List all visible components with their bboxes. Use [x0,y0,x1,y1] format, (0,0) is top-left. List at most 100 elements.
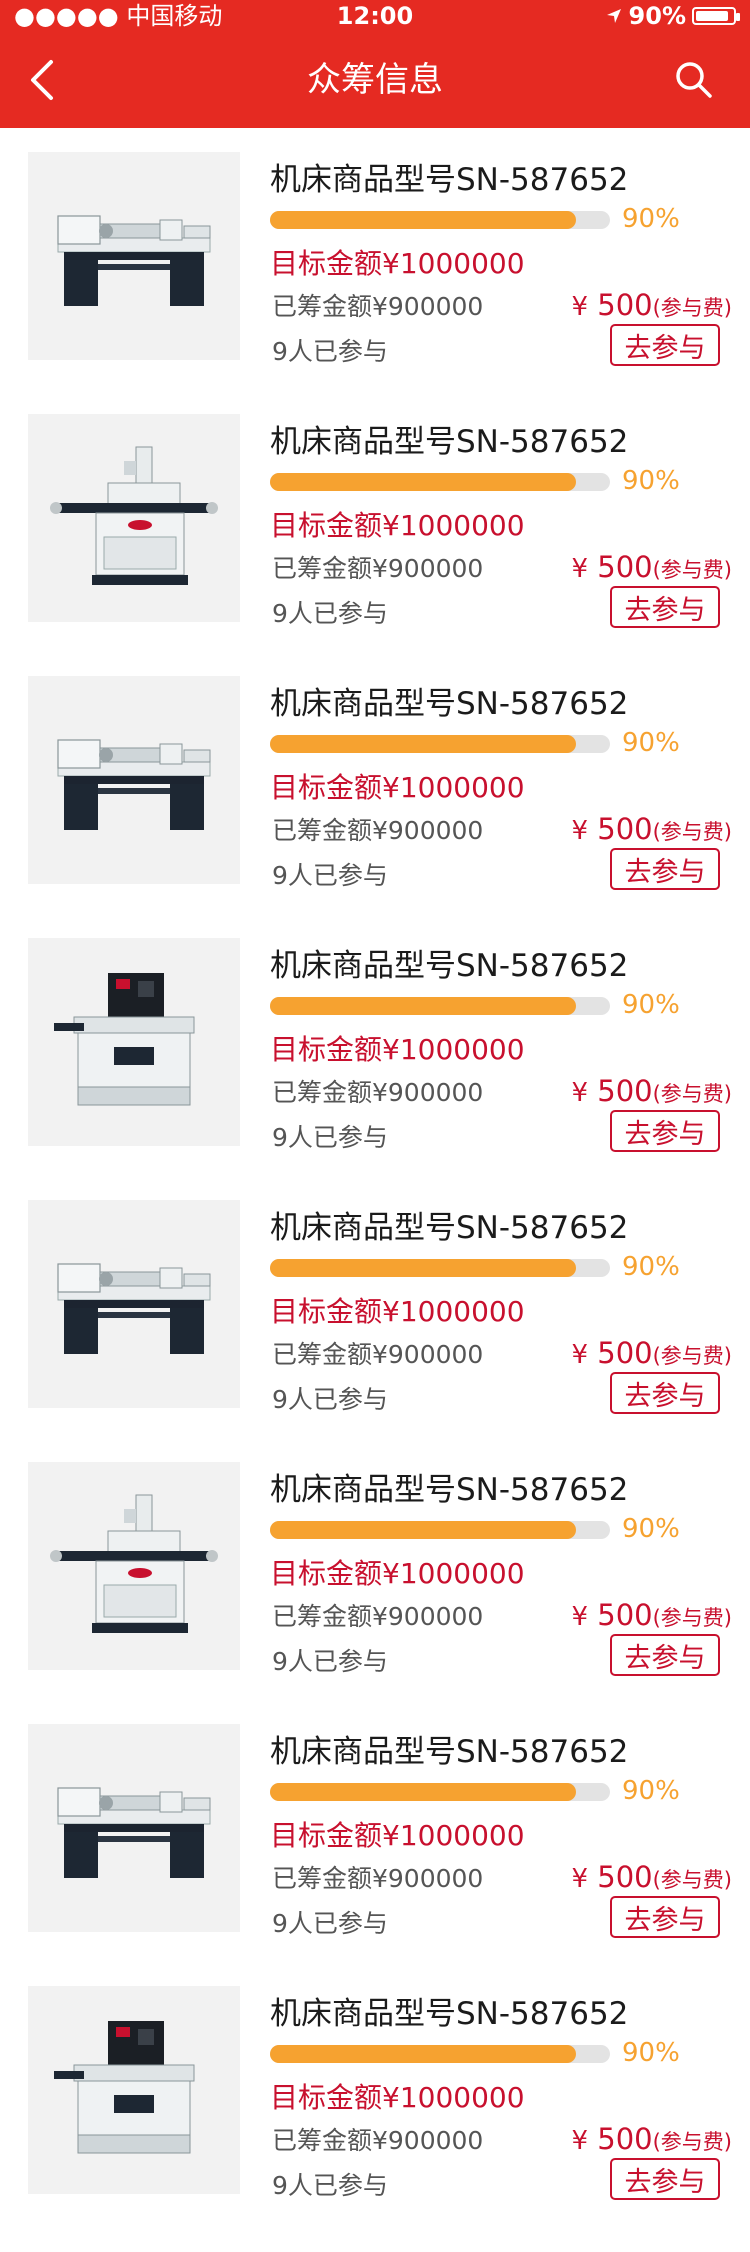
progress-bar-fill [270,1259,576,1277]
join-button[interactable]: 去参与 [610,1896,720,1938]
search-button[interactable] [670,56,718,104]
fee-amount: 500 [588,1598,653,1632]
list-item[interactable]: 机床商品型号SN-587652 90% 目标金额¥1000000 已筹金额¥90… [0,1176,750,1438]
product-title[interactable]: 机床商品型号SN-587652 [270,154,628,199]
progress-bar-fill [270,1783,576,1801]
fee-amount: 500 [588,1336,653,1370]
participant-count: 9人已参与 [272,1909,388,1938]
product-thumbnail[interactable] [28,1200,240,1408]
progress-percent: 90% [622,2038,680,2068]
participation-fee: ¥ 500(参与费) [571,1860,732,1894]
fee-note: (参与费) [652,296,732,320]
milling-machine-icon [44,1489,224,1643]
fee-note: (参与费) [652,558,732,582]
participation-fee: ¥ 500(参与费) [571,1074,732,1108]
raised-amount: 已筹金额¥900000 [272,2126,484,2155]
product-title[interactable]: 机床商品型号SN-587652 [270,1202,628,1247]
raised-amount: 已筹金额¥900000 [272,1602,484,1631]
raised-amount: 已筹金额¥900000 [272,1078,484,1107]
join-button[interactable]: 去参与 [610,586,720,628]
participation-fee: ¥ 500(参与费) [571,812,732,846]
product-title[interactable]: 机床商品型号SN-587652 [270,1464,628,1509]
progress-bar [270,211,610,229]
status-right: 90% [605,0,740,32]
lathe-machine-icon [44,718,224,842]
progress-bar [270,1521,610,1539]
list-item[interactable]: 机床商品型号SN-587652 90% 目标金额¥1000000 已筹金额¥90… [0,1700,750,1962]
progress-bar-fill [270,473,576,491]
progress-percent: 90% [622,1514,680,1544]
join-button[interactable]: 去参与 [610,324,720,366]
list-item[interactable]: 机床商品型号SN-587652 90% 目标金额¥1000000 已筹金额¥90… [0,914,750,1176]
product-title[interactable]: 机床商品型号SN-587652 [270,416,628,461]
join-button[interactable]: 去参与 [610,848,720,890]
fee-note: (参与费) [652,2130,732,2154]
progress-bar-fill [270,2045,576,2063]
list-item[interactable]: 机床商品型号SN-587652 90% 目标金额¥1000000 已筹金额¥90… [0,128,750,390]
join-button[interactable]: 去参与 [610,1110,720,1152]
fee-note: (参与费) [652,820,732,844]
lathe-machine-icon [44,194,224,318]
product-title[interactable]: 机床商品型号SN-587652 [270,1988,628,2033]
list-item[interactable]: 机床商品型号SN-587652 90% 目标金额¥1000000 已筹金额¥90… [0,390,750,652]
lathe-machine-icon [44,1242,224,1366]
fee-currency: ¥ [571,1078,589,1108]
target-amount: 目标金额¥1000000 [270,1033,525,1066]
product-thumbnail[interactable] [28,676,240,884]
fee-note: (参与费) [652,1344,732,1368]
fee-amount: 500 [588,550,653,584]
battery-fill [696,11,729,21]
nav-bar: 众筹信息 [0,32,750,128]
participant-count: 9人已参与 [272,599,388,628]
target-amount: 目标金额¥1000000 [270,1819,525,1852]
progress-bar [270,1783,610,1801]
product-title[interactable]: 机床商品型号SN-587652 [270,678,628,723]
product-thumbnail[interactable] [28,414,240,622]
progress-bar-fill [270,997,576,1015]
progress-bar [270,997,610,1015]
target-amount: 目标金额¥1000000 [270,509,525,542]
target-amount: 目标金额¥1000000 [270,771,525,804]
edm-machine-icon [44,2013,224,2167]
fee-amount: 500 [588,2122,653,2156]
progress-percent: 90% [622,466,680,496]
raised-amount: 已筹金额¥900000 [272,554,484,583]
raised-amount: 已筹金额¥900000 [272,1864,484,1893]
status-bar: ●●●●● 中国移动 12:00 90% [0,0,750,32]
product-thumbnail[interactable] [28,152,240,360]
product-title[interactable]: 机床商品型号SN-587652 [270,1726,628,1771]
crowdfunding-list: 机床商品型号SN-587652 90% 目标金额¥1000000 已筹金额¥90… [0,128,750,2224]
participation-fee: ¥ 500(参与费) [571,1598,732,1632]
lathe-machine-icon [44,1766,224,1890]
product-title[interactable]: 机床商品型号SN-587652 [270,940,628,985]
join-button[interactable]: 去参与 [610,1634,720,1676]
participation-fee: ¥ 500(参与费) [571,550,732,584]
fee-amount: 500 [588,812,653,846]
join-button[interactable]: 去参与 [610,2158,720,2200]
join-button[interactable]: 去参与 [610,1372,720,1414]
list-item[interactable]: 机床商品型号SN-587652 90% 目标金额¥1000000 已筹金额¥90… [0,652,750,914]
fee-amount: 500 [588,1860,653,1894]
product-thumbnail[interactable] [28,1986,240,2194]
list-item[interactable]: 机床商品型号SN-587652 90% 目标金额¥1000000 已筹金额¥90… [0,1438,750,1700]
progress-bar-fill [270,211,576,229]
participation-fee: ¥ 500(参与费) [571,1336,732,1370]
progress-percent: 90% [622,728,680,758]
location-arrow-icon [606,9,621,23]
fee-currency: ¥ [571,1340,589,1370]
product-thumbnail[interactable] [28,1724,240,1932]
list-item[interactable]: 机床商品型号SN-587652 90% 目标金额¥1000000 已筹金额¥90… [0,1962,750,2224]
product-thumbnail[interactable] [28,1462,240,1670]
progress-bar [270,473,610,491]
fee-currency: ¥ [571,554,589,584]
participant-count: 9人已参与 [272,2171,388,2200]
page-title: 众筹信息 [307,60,443,100]
raised-amount: 已筹金额¥900000 [272,816,484,845]
target-amount: 目标金额¥1000000 [270,2081,525,2114]
progress-bar [270,735,610,753]
fee-currency: ¥ [571,816,589,846]
progress-bar-fill [270,735,576,753]
search-icon [676,62,712,98]
participant-count: 9人已参与 [272,1123,388,1152]
product-thumbnail[interactable] [28,938,240,1146]
